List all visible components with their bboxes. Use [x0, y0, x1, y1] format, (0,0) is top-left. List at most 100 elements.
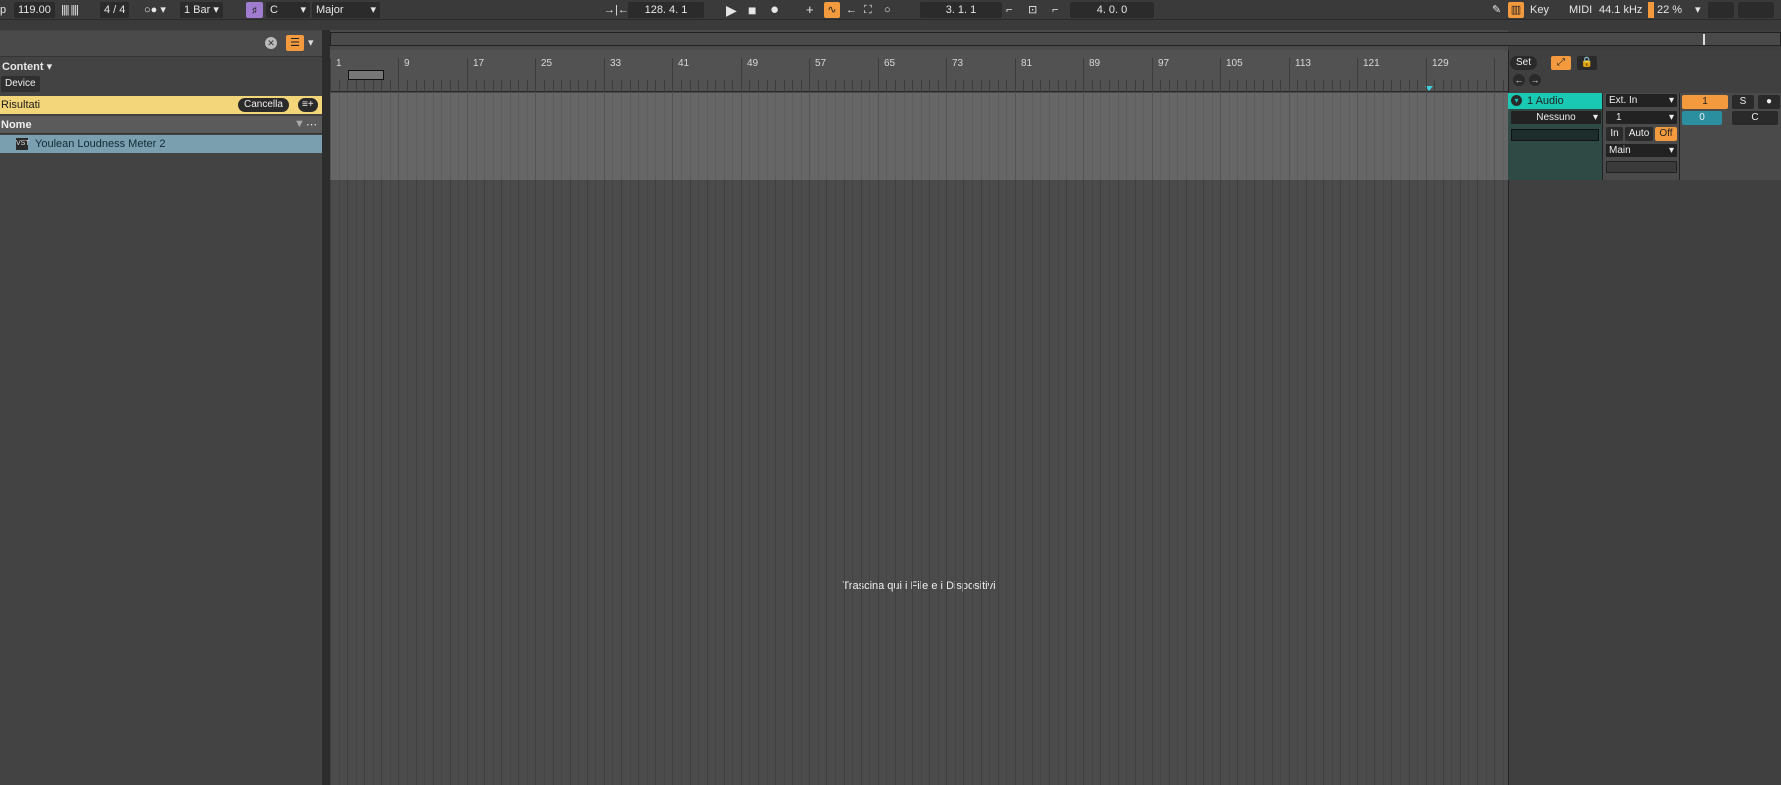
- input-channel-select[interactable]: 1 ▾: [1606, 111, 1677, 124]
- grid-line: [1254, 93, 1255, 180]
- loop-icon[interactable]: ⊡: [1028, 2, 1037, 18]
- punch-in-icon[interactable]: ⌐: [1006, 2, 1012, 18]
- grid-line: [955, 93, 956, 180]
- fold-icon[interactable]: ⤢: [1551, 56, 1571, 70]
- scale-menu[interactable]: Major ▾: [312, 2, 380, 18]
- track-header[interactable]: ▾ 1 Audio Nessuno ▾: [1508, 93, 1602, 180]
- column-name[interactable]: Nome: [1, 119, 32, 131]
- tempo-field[interactable]: 119.00: [14, 2, 55, 18]
- grid-line: [561, 180, 562, 785]
- output-channel[interactable]: [1606, 161, 1677, 173]
- arrangement-position[interactable]: 128. 4. 1: [628, 2, 704, 18]
- play-icon[interactable]: ▶: [726, 2, 737, 18]
- monitor-select[interactable]: Nessuno ▾: [1511, 111, 1601, 124]
- ruler-tick: [758, 80, 759, 92]
- output-select[interactable]: Main ▾: [1606, 144, 1677, 157]
- scroll-left-icon[interactable]: ←: [1513, 74, 1525, 86]
- scroll-right-icon[interactable]: →: [1529, 74, 1541, 86]
- beat-ruler[interactable]: 1 9 17 25 33 41 49 57 65 73 81 89 97 105…: [330, 50, 1508, 92]
- panel-divider[interactable]: [322, 20, 330, 785]
- ruler-tick: [364, 80, 365, 92]
- ruler-tick: [1280, 80, 1281, 92]
- grid-line: [458, 93, 459, 180]
- arm-icon[interactable]: ●: [1758, 95, 1780, 109]
- device-filter[interactable]: Device: [1, 76, 40, 92]
- filter-icon[interactable]: ☰: [286, 35, 304, 51]
- grid-line: [963, 93, 964, 180]
- automation-arm-icon[interactable]: ∿: [824, 2, 840, 18]
- overview-scrollbar[interactable]: [330, 32, 1781, 46]
- time-signature[interactable]: 4 / 4: [100, 2, 130, 18]
- back-to-arrangement-icon[interactable]: ←: [846, 2, 857, 18]
- ruler-tick: [681, 80, 682, 92]
- input-type-select[interactable]: Ext. In ▾: [1606, 94, 1677, 107]
- key-map-button[interactable]: Key: [1530, 2, 1549, 18]
- monitor-off-button[interactable]: Off: [1655, 127, 1677, 141]
- clear-search-icon[interactable]: ✕: [265, 37, 277, 49]
- scale-icon[interactable]: ♯: [246, 2, 263, 18]
- monitor-auto-button[interactable]: Auto: [1625, 127, 1653, 141]
- scale-value: Major: [316, 4, 344, 16]
- midi-map-button[interactable]: MIDI: [1569, 2, 1592, 18]
- ruler-tick: [1477, 80, 1478, 92]
- content-label[interactable]: Content ▾: [2, 60, 52, 73]
- tap-button[interactable]: p: [0, 2, 6, 18]
- grid-line: [664, 180, 665, 785]
- ruler-tick: [381, 80, 382, 92]
- solo-button[interactable]: S: [1732, 95, 1754, 109]
- session-record-icon[interactable]: ○: [884, 2, 891, 18]
- lock-icon[interactable]: 🔒: [1577, 56, 1597, 70]
- monitor-in-button[interactable]: In: [1606, 127, 1623, 141]
- grid-line: [441, 93, 442, 180]
- grid-line: [1100, 180, 1101, 785]
- list-item[interactable]: VST Youlean Loudness Meter 2: [0, 135, 322, 153]
- ruler-label: 105: [1226, 58, 1243, 69]
- ruler-tick: [1169, 80, 1170, 92]
- midi-keyboard-icon[interactable]: ▥: [1508, 2, 1524, 18]
- grid-line: [1023, 93, 1024, 180]
- ruler-tick: [707, 80, 708, 92]
- loop-start[interactable]: 3. 1. 1: [920, 2, 1002, 18]
- grid-line: [741, 93, 742, 180]
- punch-out-icon[interactable]: ⌐: [1052, 2, 1058, 18]
- loop-length[interactable]: 4. 0. 0: [1070, 2, 1154, 18]
- search-row[interactable]: ✕ ☰ ▾: [0, 31, 322, 57]
- save-search-icon[interactable]: ≡+: [298, 98, 318, 112]
- cancel-button[interactable]: Cancella: [238, 98, 289, 112]
- nudge-icons[interactable]: |||| ||||: [61, 2, 79, 18]
- ruler-tick: [1494, 58, 1495, 92]
- drop-area[interactable]: Trascina qui i File e i Dispositivi: [330, 180, 1508, 785]
- ruler-tick: [1289, 58, 1290, 92]
- volume-field[interactable]: 0: [1682, 111, 1722, 125]
- cpu-menu-icon[interactable]: ▾: [1695, 2, 1701, 18]
- capture-icon[interactable]: ⛶: [864, 2, 872, 18]
- track-activator[interactable]: 1: [1682, 95, 1728, 109]
- track-name[interactable]: 1 Audio: [1527, 95, 1564, 107]
- grid-line: [356, 180, 357, 785]
- clip-slot[interactable]: [1511, 129, 1599, 141]
- key-root-menu[interactable]: C ▾: [266, 2, 310, 18]
- follow-icon[interactable]: →|←: [604, 2, 629, 18]
- track-title-bar[interactable]: ▾ 1 Audio: [1508, 93, 1602, 109]
- grid-line: [1297, 93, 1298, 180]
- grid-line: [664, 93, 665, 180]
- record-icon[interactable]: ●: [770, 2, 779, 18]
- more-options-icon[interactable]: ⋯: [306, 118, 317, 131]
- ruler-tick: [929, 80, 930, 92]
- grid-line: [809, 180, 810, 785]
- pan-field[interactable]: C: [1732, 111, 1778, 125]
- grid-line: [904, 93, 905, 180]
- audio-track-lane[interactable]: [330, 93, 1508, 180]
- overdub-icon[interactable]: +: [806, 2, 814, 18]
- sort-icon[interactable]: ▼: [294, 118, 305, 130]
- filter-menu-icon[interactable]: ▾: [308, 36, 314, 49]
- loop-brace[interactable]: [348, 70, 384, 80]
- set-button[interactable]: Set: [1510, 56, 1538, 70]
- grid-line: [1443, 93, 1444, 180]
- ruler-label: 57: [815, 58, 827, 69]
- metronome-icon[interactable]: ○● ▾: [144, 2, 166, 18]
- fold-track-icon[interactable]: ▾: [1511, 95, 1522, 106]
- draw-mode-icon[interactable]: ✎: [1492, 2, 1501, 18]
- quantize-menu[interactable]: 1 Bar ▾: [180, 2, 223, 18]
- stop-icon[interactable]: ■: [748, 2, 756, 18]
